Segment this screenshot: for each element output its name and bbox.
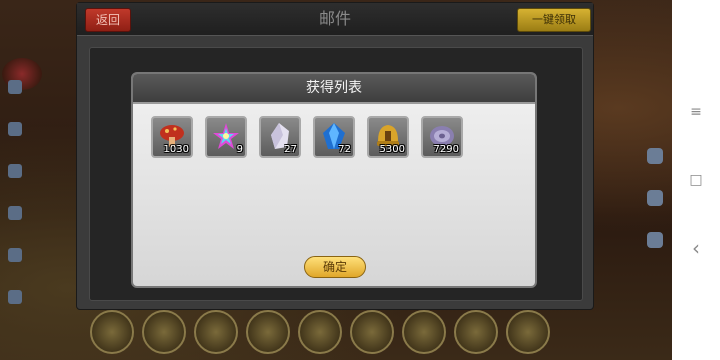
left-menu-item[interactable] <box>0 102 30 138</box>
reward-dialog: 获得列表 1030 9 27 72 5300 7290 确定 <box>131 72 537 288</box>
menu-icon <box>647 232 663 248</box>
toolbar-button[interactable] <box>506 310 550 354</box>
back-button[interactable]: 返回 <box>85 8 131 32</box>
toolbar-button[interactable] <box>142 310 186 354</box>
toolbar-button[interactable] <box>402 310 446 354</box>
menu-icon <box>8 248 22 262</box>
reward-item[interactable]: 7290 <box>421 116 463 158</box>
menu-icon[interactable]: ≡ <box>688 104 704 120</box>
right-menu-item[interactable] <box>640 128 670 166</box>
back-icon[interactable]: ‹ <box>688 238 704 258</box>
reward-item[interactable]: 9 <box>205 116 247 158</box>
left-menu-item[interactable] <box>0 186 30 222</box>
left-menu-item[interactable] <box>0 270 30 306</box>
reward-item[interactable]: 5300 <box>367 116 409 158</box>
menu-icon <box>8 122 22 136</box>
reward-item[interactable]: 1030 <box>151 116 193 158</box>
left-menu-item[interactable] <box>0 228 30 264</box>
menu-icon <box>647 190 663 206</box>
reward-item[interactable]: 27 <box>259 116 301 158</box>
bar-chart-icon <box>8 290 22 304</box>
toolbar-button[interactable] <box>246 310 290 354</box>
item-quantity: 1030 <box>163 144 189 155</box>
left-menu-item[interactable] <box>0 144 30 180</box>
toolbar-button[interactable] <box>350 310 394 354</box>
left-menu-item[interactable] <box>0 60 30 96</box>
right-menu <box>640 128 670 254</box>
claim-all-button[interactable]: 一键领取 <box>517 8 591 32</box>
toolbar-button[interactable] <box>454 310 498 354</box>
mail-title: 邮件 <box>318 9 351 28</box>
system-nav-bar: ≡ □ ‹ <box>672 0 720 360</box>
item-quantity: 72 <box>338 144 351 155</box>
mail-header: 邮件 返回 一键领取 <box>77 3 593 36</box>
confirm-button[interactable]: 确定 <box>304 256 366 278</box>
menu-icon <box>647 148 663 164</box>
reward-item-list: 1030 9 27 72 5300 7290 <box>151 116 463 158</box>
item-quantity: 27 <box>284 144 297 155</box>
toolbar-button[interactable] <box>298 310 342 354</box>
home-icon[interactable]: □ <box>688 172 704 188</box>
menu-icon <box>8 206 22 220</box>
right-menu-item[interactable] <box>640 170 670 208</box>
item-quantity: 7290 <box>433 144 459 155</box>
item-quantity: 5300 <box>379 144 405 155</box>
item-quantity: 9 <box>236 144 243 155</box>
toolbar-button[interactable] <box>194 310 238 354</box>
reward-item[interactable]: 72 <box>313 116 355 158</box>
dialog-title: 获得列表 <box>133 74 535 104</box>
right-menu-item[interactable] <box>640 212 670 250</box>
menu-icon <box>8 164 22 178</box>
bottom-toolbar <box>90 310 590 360</box>
left-menu <box>0 60 30 312</box>
toolbar-button[interactable] <box>90 310 134 354</box>
menu-icon <box>8 80 22 94</box>
